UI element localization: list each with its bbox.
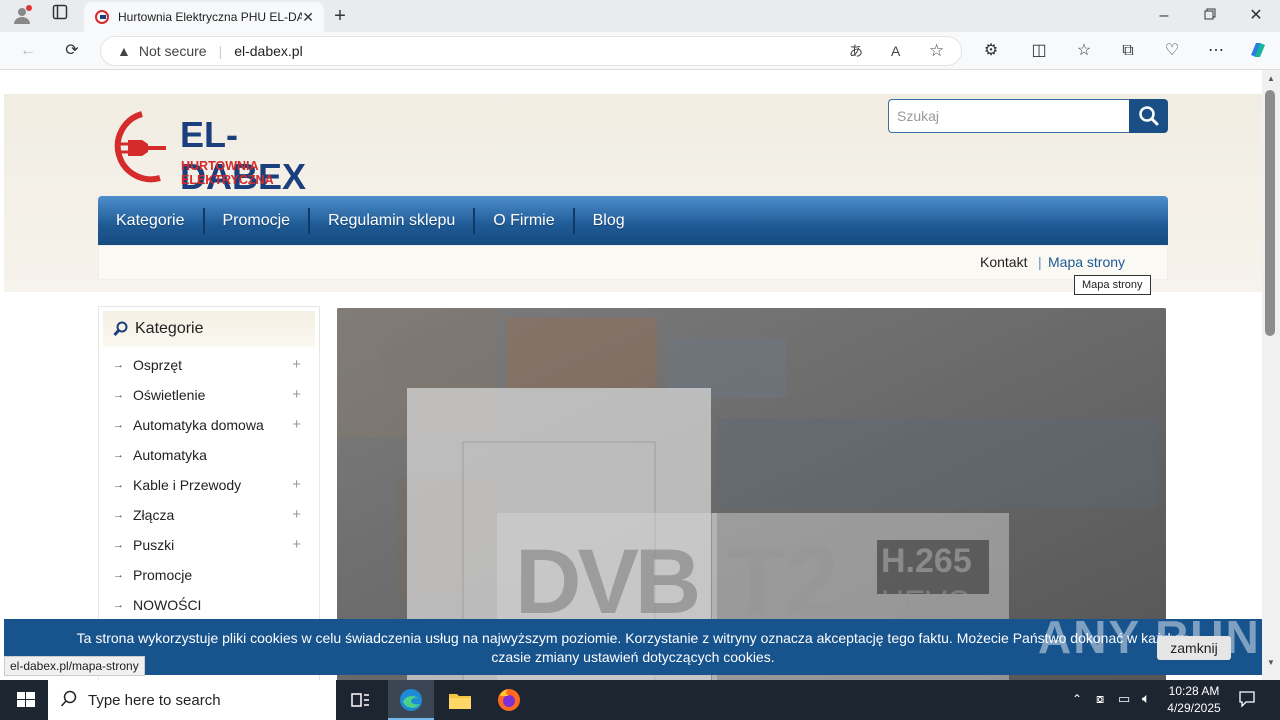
- site-logo[interactable]: EL-DABEX HURTOWNIA ELEKTRYCZNA: [102, 110, 352, 197]
- favorites-icon[interactable]: ☆: [1072, 39, 1096, 63]
- search-box: [888, 99, 1168, 133]
- nav-blog[interactable]: Blog: [575, 208, 643, 234]
- vertical-scrollbar[interactable]: ▲ ▼: [1262, 70, 1280, 680]
- security-label[interactable]: Not secure: [139, 43, 207, 59]
- subnav-separator: |: [1038, 254, 1042, 270]
- arrow-icon: →: [113, 509, 124, 521]
- arrow-icon: →: [113, 599, 124, 611]
- tray-chevron-icon[interactable]: ⌃: [1072, 692, 1082, 706]
- sidebar-title: Kategorie: [135, 320, 204, 337]
- category-item[interactable]: → Osprzęt +: [113, 355, 303, 375]
- category-item[interactable]: → Puszki +: [113, 535, 303, 555]
- sidebar-header: Kategorie: [103, 311, 315, 347]
- volume-icon[interactable]: 🔈︎: [1142, 690, 1150, 707]
- expand-plus-icon[interactable]: +: [292, 535, 301, 555]
- url-text[interactable]: el-dabex.pl: [234, 43, 303, 59]
- tray-meet-icon[interactable]: ⧇: [1096, 691, 1104, 707]
- taskbar-search-placeholder: Type here to search: [88, 691, 221, 709]
- nav-o-firmie[interactable]: O Firmie: [475, 207, 575, 234]
- close-tab-icon[interactable]: ✕: [302, 9, 314, 26]
- arrow-icon: →: [113, 449, 124, 461]
- expand-plus-icon[interactable]: +: [292, 505, 301, 525]
- profile-icon[interactable]: [10, 4, 34, 34]
- category-item[interactable]: → Złącza +: [113, 505, 303, 525]
- category-item[interactable]: → Promocje: [113, 565, 303, 585]
- expand-plus-icon[interactable]: +: [292, 415, 301, 435]
- split-screen-icon[interactable]: ◫: [1027, 39, 1051, 63]
- nav-kategorie[interactable]: Kategorie: [98, 207, 205, 234]
- scroll-thumb[interactable]: [1265, 90, 1275, 336]
- expand-plus-icon[interactable]: +: [292, 385, 301, 405]
- minimize-icon[interactable]: –: [1152, 4, 1176, 28]
- clock-date: 4/29/2025: [1167, 701, 1221, 715]
- category-item[interactable]: → Kable i Przewody +: [113, 475, 303, 495]
- performance-icon[interactable]: ♡: [1160, 39, 1184, 63]
- copilot-icon[interactable]: [1246, 39, 1270, 69]
- banner-codec-bottom: HEVC: [881, 584, 970, 620]
- translate-icon[interactable]: あ: [849, 41, 863, 61]
- tab-actions-icon[interactable]: [48, 4, 72, 28]
- web-page: EL-DABEX HURTOWNIA ELEKTRYCZNA Kategorie…: [0, 70, 1262, 680]
- network-icon[interactable]: ▭: [1118, 691, 1130, 707]
- firefox-icon[interactable]: [495, 686, 523, 714]
- close-window-icon[interactable]: ✕: [1244, 4, 1268, 28]
- browser-tab[interactable]: Hurtownia Elektryczna PHU EL-DABEX ✕: [84, 2, 324, 32]
- clock-time: 10:28 AM: [1168, 684, 1220, 698]
- arrow-icon: →: [113, 419, 124, 431]
- warning-icon[interactable]: ▲: [117, 43, 131, 59]
- restore-icon[interactable]: [1198, 4, 1222, 28]
- category-item[interactable]: → Automatyka: [113, 445, 303, 465]
- new-tab-icon[interactable]: +: [328, 4, 352, 28]
- browser-tab-bar: Hurtownia Elektryczna PHU EL-DABEX ✕ + –…: [0, 0, 1280, 32]
- taskbar-search[interactable]: Type here to search: [48, 680, 336, 720]
- arrow-icon: →: [113, 539, 124, 551]
- favorite-star-icon[interactable]: ☆: [929, 41, 944, 61]
- logo-tagline: HURTOWNIA ELEKTRYCZNA: [181, 159, 274, 187]
- banner-codec-top: H.265: [881, 542, 972, 580]
- category-item[interactable]: → NOWOŚCI: [113, 595, 303, 615]
- task-view-icon[interactable]: [346, 686, 374, 714]
- nav-regulamin[interactable]: Regulamin sklepu: [310, 207, 476, 234]
- search-input[interactable]: [888, 99, 1130, 133]
- file-explorer-icon[interactable]: [446, 686, 474, 714]
- extensions-icon[interactable]: ⚙: [979, 39, 1003, 63]
- windows-start-icon[interactable]: [12, 686, 40, 714]
- back-icon[interactable]: ←: [16, 39, 40, 63]
- address-bar-row: ← ⟳ ▲ Not secure | el-dabex.pl あ A ☆ ⚙ ◫…: [0, 32, 1280, 70]
- search-button[interactable]: [1129, 99, 1168, 133]
- search-icon: [1139, 106, 1159, 126]
- refresh-icon[interactable]: ⟳: [60, 39, 84, 63]
- scroll-down-icon[interactable]: ▼: [1267, 658, 1275, 667]
- magnifier-icon: [113, 321, 128, 337]
- notifications-icon[interactable]: [1238, 690, 1256, 713]
- scroll-up-icon[interactable]: ▲: [1267, 74, 1275, 83]
- contact-link[interactable]: Kontakt: [980, 254, 1027, 270]
- arrow-icon: →: [113, 359, 124, 371]
- more-menu-icon[interactable]: ⋯: [1204, 39, 1228, 63]
- cookie-close-button[interactable]: zamknij: [1157, 636, 1231, 660]
- collections-icon[interactable]: ⧉: [1116, 39, 1140, 63]
- sitemap-link[interactable]: Mapa strony: [1048, 254, 1125, 270]
- system-clock[interactable]: 10:28 AM 4/29/2025: [1160, 683, 1228, 717]
- arrow-icon: →: [113, 569, 124, 581]
- read-aloud-icon[interactable]: A: [891, 43, 900, 59]
- tab-title: Hurtownia Elektryczna PHU EL-DABEX: [118, 10, 303, 24]
- taskbar-search-icon: [60, 690, 78, 712]
- category-item[interactable]: → Automatyka domowa +: [113, 415, 303, 435]
- arrow-icon: →: [113, 389, 124, 401]
- expand-plus-icon[interactable]: +: [292, 355, 301, 375]
- url-field[interactable]: ▲ Not secure | el-dabex.pl あ A ☆: [100, 36, 962, 66]
- status-url-tooltip: el-dabex.pl/mapa-strony: [4, 656, 145, 676]
- site-favicon-icon: [95, 10, 109, 24]
- edge-icon[interactable]: [397, 686, 425, 714]
- category-item[interactable]: → Oświetlenie +: [113, 385, 303, 405]
- windows-taskbar: Type here to search ⌃ ⧇ ▭ 🔈︎ 10:28 AM 4/…: [0, 680, 1280, 720]
- arrow-icon: →: [113, 479, 124, 491]
- expand-plus-icon[interactable]: +: [292, 475, 301, 495]
- main-nav: Kategorie Promocje Regulamin sklepu O Fi…: [98, 196, 1168, 245]
- sitemap-tooltip: Mapa strony: [1074, 275, 1151, 295]
- nav-promocje[interactable]: Promocje: [205, 207, 311, 234]
